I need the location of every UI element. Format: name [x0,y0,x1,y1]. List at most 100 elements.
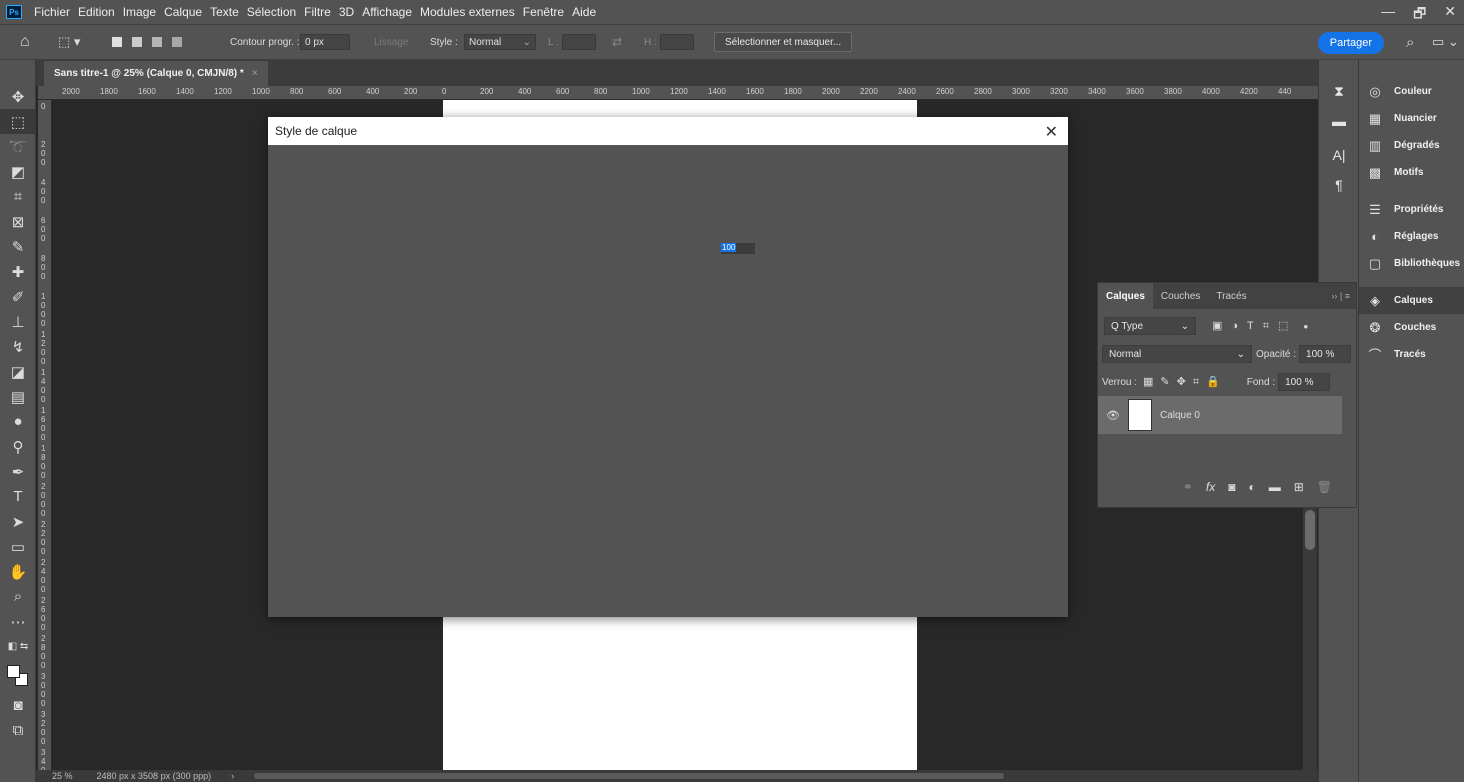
clone-stamp-tool-icon[interactable]: ⊥ [0,309,36,334]
vertical-ruler: 0 200 400 600 800 1000 1200 1400 1600 1800 2000 220… [38,100,52,770]
new-selection-icon[interactable] [112,37,122,47]
layer-filter-icons[interactable]: ▣◑T⌗⬚ [1212,319,1297,333]
layer-filter-select[interactable]: Q Type ⌄ [1104,317,1196,335]
search-icon[interactable]: ⌕ [1406,25,1414,59]
marquee-tool-icon[interactable]: ⬚ [0,109,36,134]
character-panel-icon[interactable]: A| [1319,140,1359,170]
more-tools-icon[interactable]: ⋯ [0,609,36,634]
subtract-selection-icon[interactable] [152,37,162,47]
panel-couleur[interactable]: ◎ Couleur [1359,78,1464,105]
menu-modules-externes[interactable]: Modules externes [416,5,519,19]
tab-calques[interactable]: Calques [1098,283,1153,309]
new-group-icon[interactable]: ▬ [1269,480,1281,494]
swap-icon[interactable]: ⇄ [612,25,622,59]
add-selection-icon[interactable] [132,37,142,47]
ruler-h-label: 1600 [138,87,156,96]
brush-tool-icon[interactable]: ✐ [0,284,36,309]
dialog-value-input[interactable]: 100 [721,243,755,254]
menu-image[interactable]: Image [119,5,160,19]
panel-menu-icon[interactable]: ›› | ≡ [1331,291,1350,301]
panel-nuancier[interactable]: ▦ Nuancier [1359,105,1464,132]
select-and-mask-button[interactable]: Sélectionner et masquer... [714,32,853,52]
link-layers-icon[interactable]: ⚭ [1183,480,1193,494]
share-button[interactable]: Partager [1317,32,1384,54]
vertical-scrollbar-thumb[interactable] [1305,510,1315,550]
path-selection-tool-icon[interactable]: ➤ [0,509,36,534]
intersect-selection-icon[interactable] [172,37,182,47]
type-tool-icon[interactable]: T [0,484,36,509]
height-input[interactable] [660,34,694,50]
menu-aide[interactable]: Aide [568,5,600,19]
screen-mode-icon[interactable]: ⧉ [0,718,36,743]
menu-edition[interactable]: Edition [74,5,119,19]
horizontal-scrollbar[interactable] [254,773,1005,779]
panel-reglages[interactable]: ◐ Réglages [1359,223,1464,250]
style-select[interactable]: Normal ⌄ [464,34,536,50]
ruler-v-label: 2000 [41,482,46,518]
width-input[interactable] [562,34,596,50]
filter-toggle-icon[interactable]: ● [1303,322,1308,331]
panel-proprietes[interactable]: ☰ Propriétés [1359,196,1464,223]
pen-tool-icon[interactable]: ✒ [0,459,36,484]
delete-layer-icon[interactable]: 🗑 [1317,480,1332,494]
marquee-preset-icon[interactable]: ⬚ ▾ [58,25,80,59]
eyedropper-tool-icon[interactable]: ✎ [0,234,36,259]
comments-panel-icon[interactable]: ▬ [1319,106,1359,136]
home-icon[interactable]: ⌂ [20,25,30,59]
zoom-level[interactable]: 25 % [52,771,73,781]
fill-input[interactable]: 100 % [1278,373,1331,391]
history-brush-tool-icon[interactable]: ↯ [0,334,36,359]
menu-calque[interactable]: Calque [160,5,206,19]
color-swatches-icon[interactable] [0,659,36,693]
gradient-tool-icon[interactable]: ▤ [0,384,36,409]
panel-couches[interactable]: ❂ Couches [1359,314,1464,341]
lasso-tool-icon[interactable]: ➰ [0,134,36,159]
paragraph-panel-icon[interactable]: ¶ [1319,170,1359,200]
panel-calques[interactable]: ◈ Calques [1359,287,1464,314]
status-arrow-icon[interactable]: › [231,771,234,781]
menu-texte[interactable]: Texte [206,5,243,19]
document-tab[interactable]: Sans titre-1 @ 25% (Calque 0, CMJN/8) * … [44,61,268,86]
layer-name[interactable]: Calque 0 [1160,410,1200,421]
frame-tool-icon[interactable]: ⊠ [0,209,36,234]
add-mask-icon[interactable]: ◙ [1228,480,1235,494]
zoom-tool-icon[interactable]: ⌕ [0,584,36,609]
menu-3d[interactable]: 3D [335,5,358,19]
opacity-input[interactable]: 100 % [1299,345,1352,363]
tab-couches[interactable]: Couches [1153,283,1208,309]
panel-degrades[interactable]: ▥ Dégradés [1359,132,1464,159]
lock-icons[interactable]: ▦✎✥⌗🔒 [1143,375,1227,389]
hand-tool-icon[interactable]: ✋ [0,559,36,584]
menu-affichage[interactable]: Affichage [358,5,416,19]
dialog-close-icon[interactable]: ✕ [1045,122,1058,142]
rectangle-tool-icon[interactable]: ▭ [0,534,36,559]
panel-motifs[interactable]: ▩ Motifs [1359,159,1464,186]
adjustment-layer-icon[interactable]: ◐ [1248,480,1255,494]
eraser-tool-icon[interactable]: ◪ [0,359,36,384]
menu-selection[interactable]: Sélection [243,5,300,19]
history-panel-icon[interactable]: ⧗ [1319,76,1359,106]
panel-bibliotheques[interactable]: ▢ Bibliothèques [1359,250,1464,277]
blur-tool-icon[interactable]: ● [0,409,36,434]
healing-brush-tool-icon[interactable]: ✚ [0,259,36,284]
menu-fichier[interactable]: Fichier [30,5,74,19]
blend-mode-select[interactable]: Normal ⌄ [1102,345,1252,363]
default-colors-icon[interactable]: ◧ ⇆ [0,634,36,659]
quick-mask-icon[interactable]: ◙ [0,693,36,718]
tab-traces[interactable]: Tracés [1208,283,1254,309]
visibility-eye-icon[interactable]: 👁 [1106,409,1120,422]
close-tab-icon[interactable]: × [252,68,258,79]
panel-traces[interactable]: ⌒ Tracés [1359,341,1464,368]
menu-fenetre[interactable]: Fenêtre [519,5,568,19]
workspace-icon[interactable]: ▭ ⌄ [1432,25,1459,59]
lissage-checkbox[interactable]: Lissage [374,25,408,59]
crop-tool-icon[interactable]: ⌗ [0,184,36,209]
fx-icon[interactable]: fx [1206,480,1215,494]
move-tool-icon[interactable]: ✥ [0,84,36,109]
menu-filtre[interactable]: Filtre [300,5,335,19]
new-layer-icon[interactable]: ⊞ [1294,480,1304,494]
layer-row[interactable]: 👁 Calque 0 [1098,396,1342,434]
contour-input[interactable]: 0 px [300,34,350,50]
object-select-tool-icon[interactable]: ◩ [0,159,36,184]
dodge-tool-icon[interactable]: ⚲ [0,434,36,459]
